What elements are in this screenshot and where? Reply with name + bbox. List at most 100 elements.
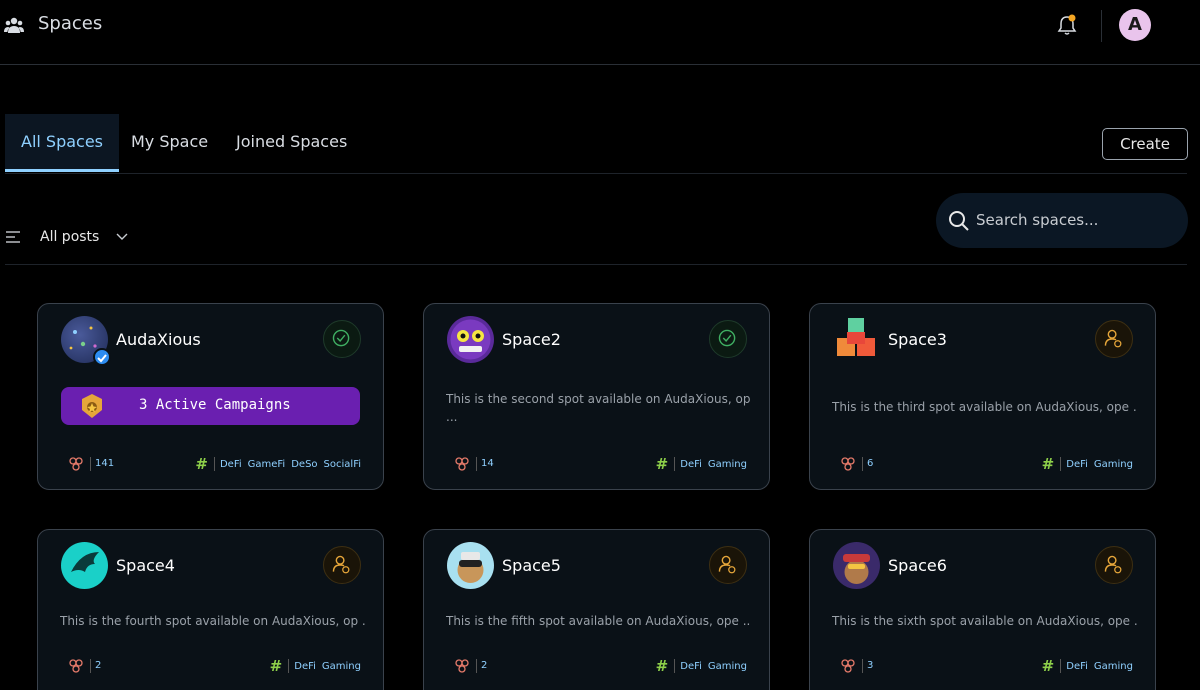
- card-footer: 141 # DeFi GameFi DeSo SocialFi: [68, 455, 361, 473]
- page-title: Spaces: [38, 13, 103, 34]
- tag[interactable]: Gaming: [1094, 459, 1133, 470]
- search-icon: [949, 211, 969, 231]
- join-user-icon[interactable]: [1095, 546, 1133, 584]
- space-card[interactable]: AudaXious 3 Active Campaigns 141 # DeFi …: [37, 303, 384, 490]
- card-footer: 3 # DeFi Gaming: [840, 657, 1133, 675]
- tag-list: # DeFi GameFi DeSo SocialFi: [195, 455, 361, 473]
- tag[interactable]: DeFi: [680, 459, 702, 470]
- card-footer: 6 # DeFi Gaming: [840, 455, 1133, 473]
- footer-separator: [90, 457, 91, 471]
- members-icon: [841, 659, 855, 673]
- members-icon: [69, 659, 83, 673]
- space-logo: [833, 542, 880, 589]
- members-icon: [841, 457, 855, 471]
- space-card[interactable]: Space2 This is the second spot available…: [423, 303, 770, 490]
- footer-separator: [862, 659, 863, 673]
- search-box: [936, 193, 1188, 248]
- space-logo: [833, 316, 880, 363]
- member-count: 6: [867, 458, 874, 469]
- campaign-badge-icon: [82, 394, 102, 418]
- tag[interactable]: DeFi: [294, 661, 316, 672]
- space-name[interactable]: Space3: [888, 330, 947, 349]
- tag[interactable]: Gaming: [1094, 661, 1133, 672]
- members-icon: [455, 457, 469, 471]
- space-card[interactable]: Space3 This is the third spot available …: [809, 303, 1156, 490]
- member-count: 3: [867, 660, 874, 671]
- space-description: This is the fifth spot available on Auda…: [446, 614, 751, 628]
- header-divider: [1101, 10, 1102, 42]
- create-button[interactable]: Create: [1102, 128, 1188, 160]
- card-footer: 2 # DeFi Gaming: [68, 657, 361, 675]
- space-logo: [61, 542, 108, 589]
- space-name[interactable]: Space4: [116, 556, 175, 575]
- hashtag-icon: #: [195, 455, 208, 473]
- check-circle-icon: [709, 320, 747, 358]
- join-user-icon[interactable]: [709, 546, 747, 584]
- tag-list: # DeFi Gaming: [1041, 455, 1133, 473]
- space-card[interactable]: Space4 This is the fourth spot available…: [37, 529, 384, 690]
- search-input[interactable]: [976, 206, 1176, 234]
- space-name[interactable]: Space2: [502, 330, 561, 349]
- tag[interactable]: DeFi: [680, 661, 702, 672]
- space-description: This is the second spot available on Aud…: [446, 392, 751, 424]
- space-logo: [447, 542, 494, 589]
- members-icon: [455, 659, 469, 673]
- space-logo: [447, 316, 494, 363]
- verified-badge-icon: [93, 348, 111, 366]
- filter-lines-icon[interactable]: [6, 230, 20, 244]
- chevron-down-icon[interactable]: [116, 232, 128, 242]
- tag[interactable]: DeFi: [1066, 661, 1088, 672]
- member-count: 2: [481, 660, 488, 671]
- tag[interactable]: GameFi: [248, 459, 286, 470]
- filter-dropdown[interactable]: All posts: [40, 229, 99, 245]
- footer-separator: [862, 457, 863, 471]
- hashtag-icon: #: [1041, 455, 1055, 473]
- tag[interactable]: Gaming: [708, 661, 747, 672]
- top-bar: Spaces A: [0, 0, 1200, 65]
- footer-separator: [476, 457, 477, 471]
- tag-list: # DeFi Gaming: [655, 455, 747, 473]
- join-user-icon[interactable]: [1095, 320, 1133, 358]
- space-name[interactable]: Space6: [888, 556, 947, 575]
- space-name[interactable]: AudaXious: [116, 330, 201, 349]
- member-count: 14: [481, 458, 494, 469]
- space-card[interactable]: Space6 This is the sixth spot available …: [809, 529, 1156, 690]
- tag-list: # DeFi Gaming: [655, 657, 747, 675]
- space-name[interactable]: Space5: [502, 556, 561, 575]
- hashtag-icon: #: [1041, 657, 1055, 675]
- footer-separator: [90, 659, 91, 673]
- campaign-label: 3 Active Campaigns: [139, 397, 291, 413]
- tag[interactable]: DeFi: [1066, 459, 1088, 470]
- tag[interactable]: DeSo: [291, 459, 317, 470]
- members-icon: [69, 457, 83, 471]
- join-user-icon[interactable]: [323, 546, 361, 584]
- space-description: This is the sixth spot available on Auda…: [832, 614, 1137, 628]
- hashtag-icon: #: [655, 455, 669, 473]
- space-description: This is the third spot available on Auda…: [832, 400, 1137, 414]
- card-footer: 14 # DeFi Gaming: [454, 455, 747, 473]
- people-icon: [4, 17, 24, 33]
- filter-divider: [5, 264, 1187, 265]
- avatar[interactable]: A: [1119, 9, 1151, 41]
- space-tabs: All Spaces My Space Joined Spaces: [5, 114, 1187, 174]
- tag[interactable]: SocialFi: [324, 459, 361, 470]
- member-count: 2: [95, 660, 102, 671]
- member-count: 141: [95, 458, 115, 469]
- hashtag-icon: #: [655, 657, 669, 675]
- tab-joined-spaces[interactable]: Joined Spaces: [220, 114, 363, 172]
- tab-my-space[interactable]: My Space: [115, 114, 224, 172]
- tab-all-spaces[interactable]: All Spaces: [5, 114, 120, 172]
- footer-separator: [476, 659, 477, 673]
- card-footer: 2 # DeFi Gaming: [454, 657, 747, 675]
- tag-list: # DeFi Gaming: [269, 657, 361, 675]
- active-campaigns-button[interactable]: 3 Active Campaigns: [61, 387, 360, 425]
- space-description: This is the fourth spot available on Aud…: [60, 614, 365, 628]
- tag-list: # DeFi Gaming: [1041, 657, 1133, 675]
- tag[interactable]: DeFi: [220, 459, 242, 470]
- tag[interactable]: Gaming: [708, 459, 747, 470]
- tag[interactable]: Gaming: [322, 661, 361, 672]
- check-circle-icon: [323, 320, 361, 358]
- bell-icon[interactable]: [1057, 14, 1077, 36]
- space-card[interactable]: Space5 This is the fifth spot available …: [423, 529, 770, 690]
- hashtag-icon: #: [269, 657, 283, 675]
